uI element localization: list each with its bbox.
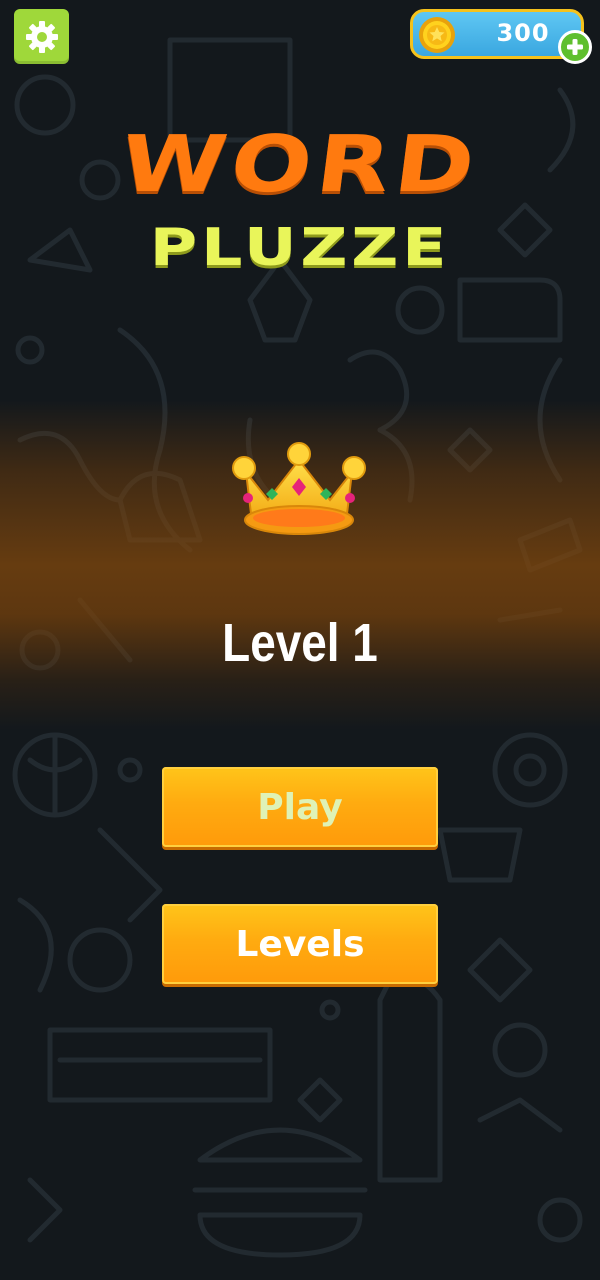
current-level-label: Level 1 [222, 613, 378, 673]
plus-icon [567, 39, 583, 55]
game-title-pluzze: PLUZZE [149, 218, 451, 278]
settings-button[interactable] [14, 9, 69, 64]
gear-icon [25, 20, 58, 53]
play-button[interactable]: Play [162, 767, 438, 847]
levels-button[interactable]: Levels [162, 904, 438, 984]
main-menu-screen: 300 WORD PLUZZE Level 1 Play Levels [0, 0, 600, 1280]
coin-icon [419, 17, 455, 53]
crown-icon [232, 442, 366, 535]
add-coins-button[interactable] [558, 30, 592, 64]
game-title-word: WORD [115, 120, 485, 210]
